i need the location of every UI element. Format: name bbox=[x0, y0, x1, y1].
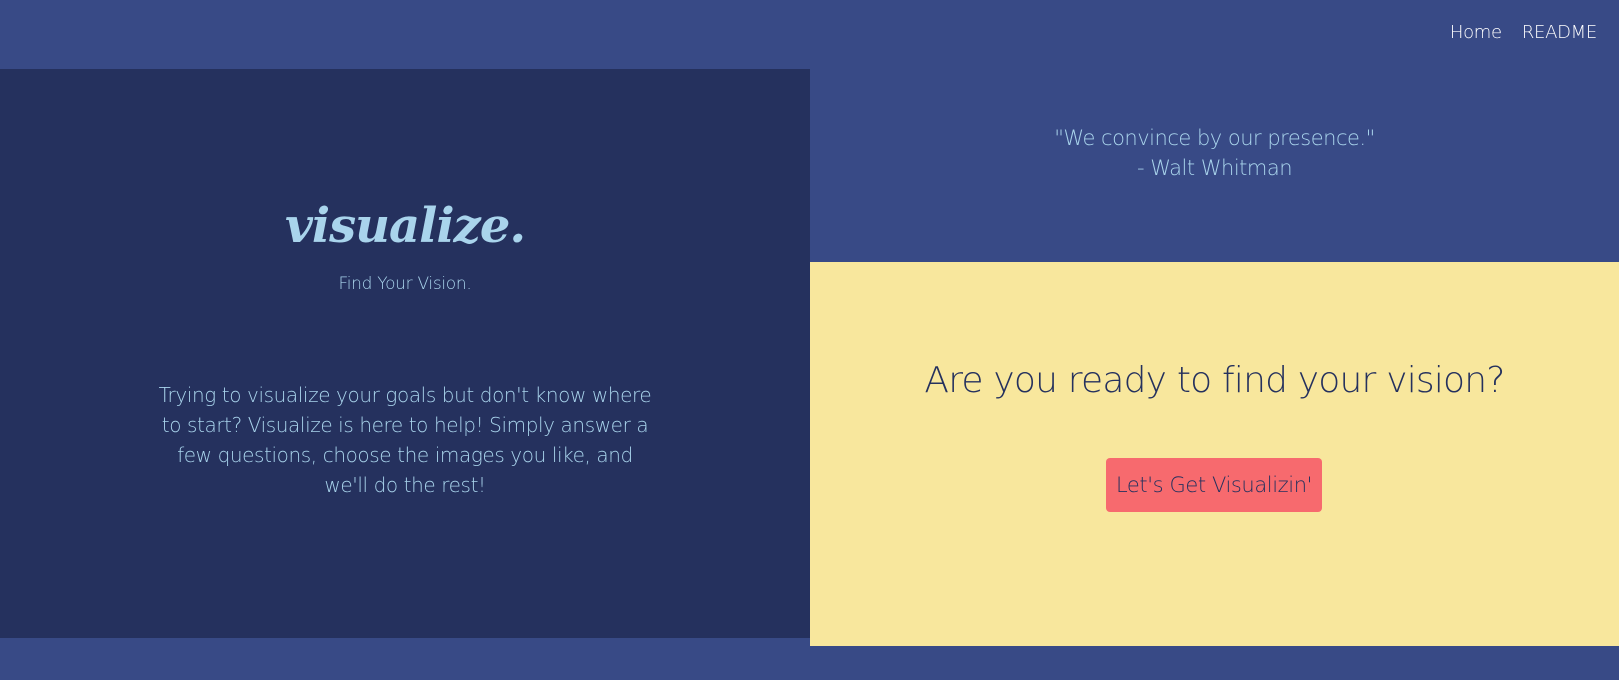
brand-title: visualize. bbox=[284, 198, 526, 254]
cta-panel: Are you ready to find your vision? Let's… bbox=[810, 262, 1619, 646]
hero-panel: visualize. Find Your Vision. Trying to v… bbox=[0, 69, 810, 638]
brand-tagline: Find Your Vision. bbox=[338, 274, 472, 294]
top-navbar: Home README bbox=[0, 0, 1619, 69]
nav-link-readme[interactable]: README bbox=[1522, 22, 1597, 43]
intro-text: Trying to visualize your goals but don't… bbox=[158, 383, 652, 497]
nav-link-home[interactable]: Home bbox=[1450, 22, 1502, 43]
nav-links: Home README bbox=[1450, 22, 1597, 43]
quote-panel: "We convince by our presence." - Walt Wh… bbox=[810, 69, 1619, 262]
quote-text: "We convince by our presence." bbox=[1054, 126, 1375, 150]
page: Home README visualize. Find Your Vision.… bbox=[0, 0, 1619, 680]
quote-author: - Walt Whitman bbox=[1136, 156, 1293, 180]
cta-heading: Are you ready to find your vision? bbox=[924, 360, 1505, 401]
get-visualizin-button[interactable]: Let's Get Visualizin' bbox=[1106, 458, 1322, 512]
